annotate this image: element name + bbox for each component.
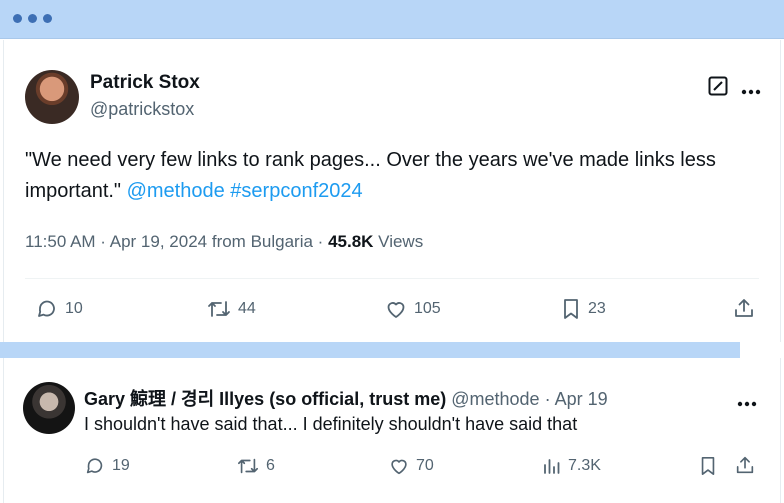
tweet-time[interactable]: 11:50 AM [25,232,96,251]
author-name[interactable]: Gary 鯨理 / 경리 Illyes (so official, trust … [84,389,446,409]
bookmark-button[interactable] [698,455,718,477]
tweet-text: "We need very few links to rank pages...… [25,145,765,207]
hashtag-link[interactable]: #serpconf2024 [230,180,362,202]
reply-button[interactable]: 10 [35,297,83,321]
tweet-card: Patrick Stox @patrickstox "We need very … [3,40,781,342]
separator-strip [0,342,740,358]
reply-header: Gary 鯨理 / 경리 Illyes (so official, trust … [84,389,608,409]
share-icon [735,299,753,317]
views-button[interactable]: 7.3K [542,456,601,476]
retweet-button[interactable]: 44 [206,297,256,321]
tweet-meta: 11:50 AM · Apr 19, 2024 from Bulgaria · … [25,232,424,251]
views-icon [544,459,560,474]
reply-count: 19 [112,457,130,474]
avatar[interactable] [25,70,79,124]
like-count: 105 [414,300,441,317]
tweet-location: from Bulgaria [211,232,313,251]
window-dot-icon[interactable] [28,14,37,23]
reply-text: I shouldn't have said that... I definite… [84,414,578,434]
avatar[interactable] [23,382,75,434]
reply-icon [86,458,103,474]
reply-count: 10 [65,300,83,317]
author-handle[interactable]: @methode [451,389,539,409]
reply-card: Gary 鯨理 / 경리 Illyes (so official, trust … [3,358,781,503]
like-count: 70 [416,457,434,474]
browser-bar [0,0,784,39]
retweet-count: 44 [238,300,256,317]
like-button[interactable]: 70 [388,455,434,477]
author-handle[interactable]: @patrickstox [90,99,194,120]
reply-date[interactable]: Apr 19 [555,389,608,409]
window-dot-icon[interactable] [13,14,22,23]
share-icon [736,456,754,474]
views-count: 7.3K [568,457,601,474]
retweet-count: 6 [266,457,275,474]
mention-link[interactable]: @methode [127,180,225,202]
more-icon[interactable] [741,82,761,100]
share-button[interactable] [732,296,756,320]
like-button[interactable]: 105 [384,297,441,321]
bookmark-icon [564,299,578,319]
like-icon [387,302,405,318]
author-name[interactable]: Patrick Stox [90,72,200,94]
reply-icon [38,300,55,317]
more-icon[interactable] [737,394,757,412]
bookmark-icon [701,457,715,475]
divider [25,278,759,279]
bookmark-count: 23 [588,300,606,317]
window-dot-icon[interactable] [43,14,52,23]
retweet-icon [208,301,230,317]
views-label: Views [378,232,424,251]
views-count: 45.8K [328,232,374,251]
tweet-date[interactable]: Apr 19, 2024 [110,232,207,251]
retweet-button[interactable]: 6 [236,455,275,477]
edit-icon[interactable] [708,76,728,101]
like-icon [391,459,407,475]
share-button[interactable] [734,454,756,476]
retweet-icon [238,458,258,474]
bookmark-button[interactable]: 23 [560,297,606,321]
reply-button[interactable]: 19 [84,455,130,477]
